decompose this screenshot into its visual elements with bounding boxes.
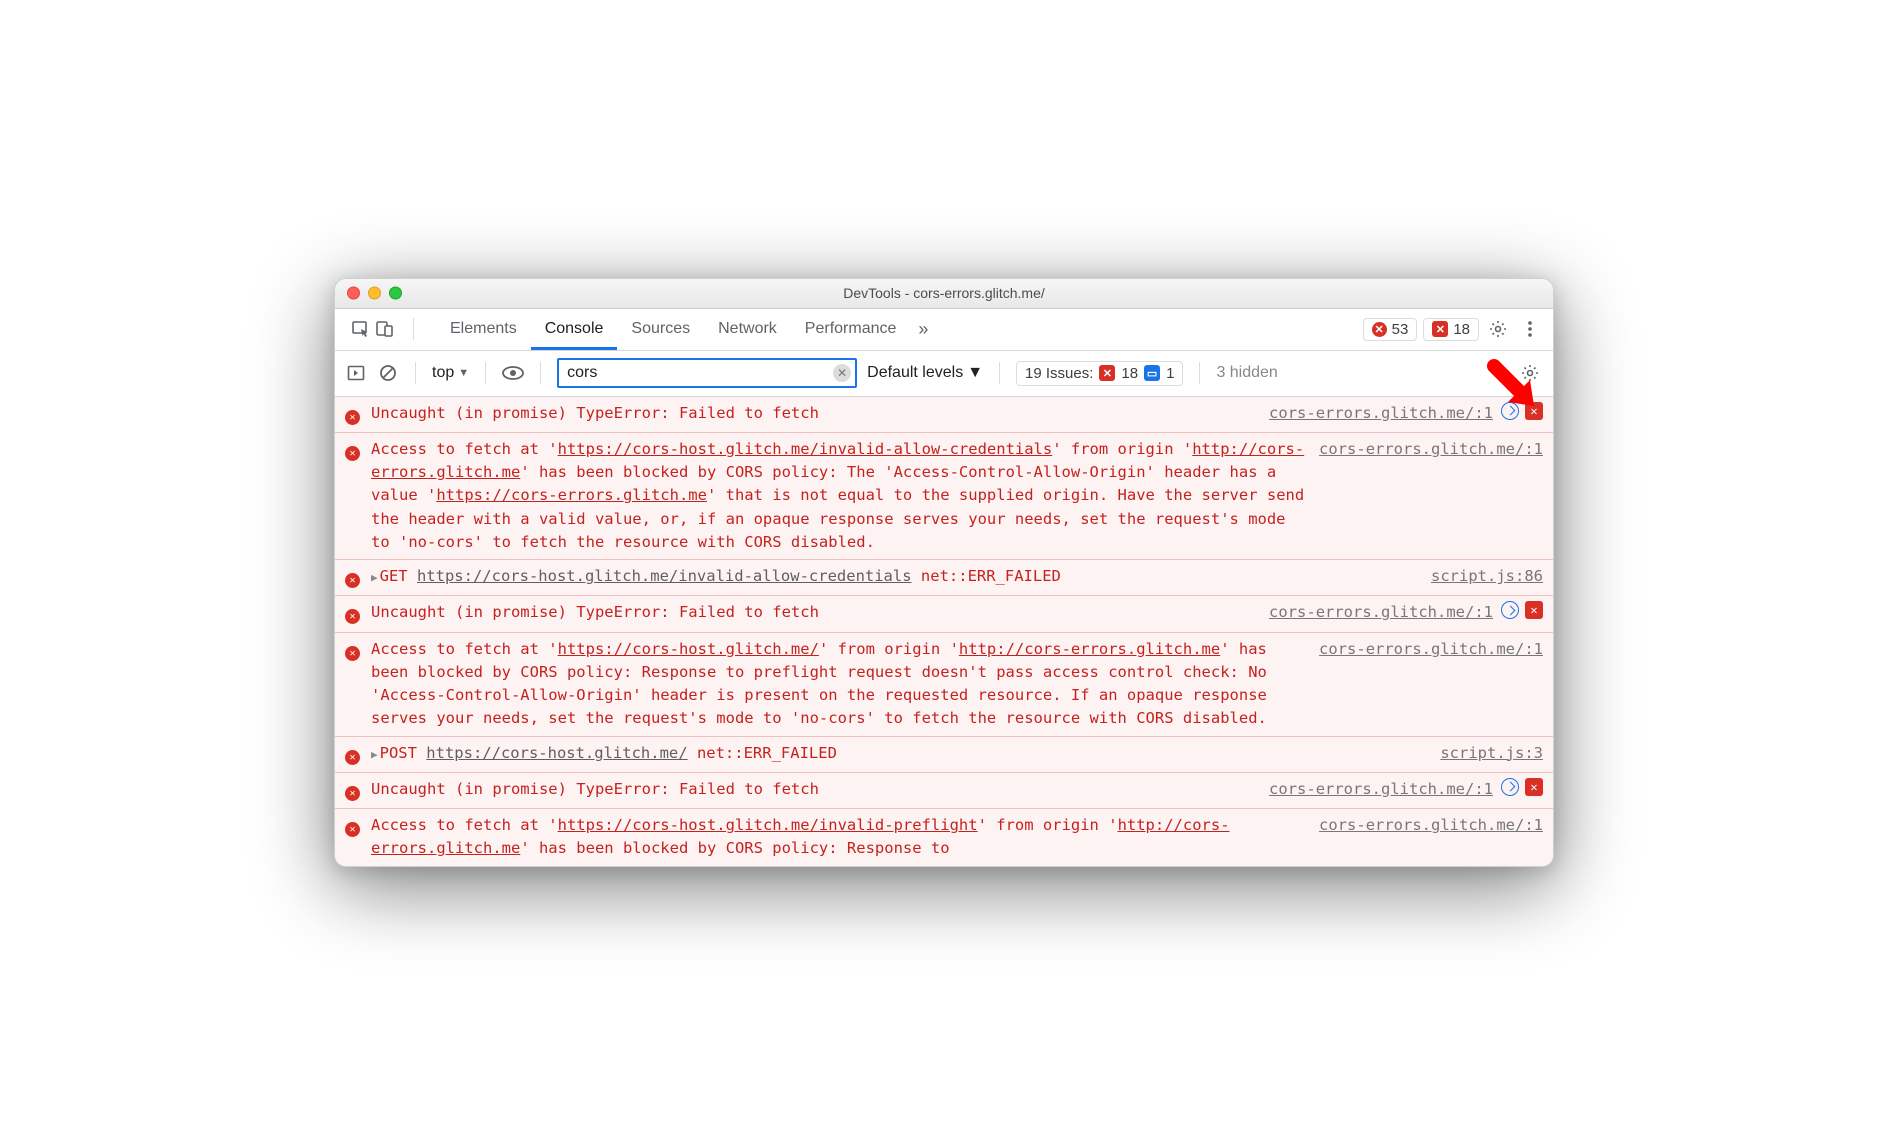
issue-count-badge[interactable]: ✕ 18 <box>1423 318 1479 341</box>
url-link[interactable]: http://cors-errors.glitch.me <box>959 640 1220 658</box>
console-row: ✕ ▶GET https://cors-host.glitch.me/inval… <box>335 559 1553 595</box>
url-link[interactable]: https://cors-host.glitch.me/ <box>426 744 687 762</box>
console-row: ✕ Uncaught (in promise) TypeError: Faile… <box>335 397 1553 432</box>
clear-filter-icon[interactable]: ✕ <box>833 364 851 382</box>
console-row: ✕ Access to fetch at 'https://cors-host.… <box>335 432 1553 559</box>
console-message: Access to fetch at 'https://cors-host.gl… <box>371 638 1311 731</box>
kebab-menu-button[interactable] <box>1517 319 1543 339</box>
source-link[interactable]: cors-errors.glitch.me/:1 <box>1319 638 1543 731</box>
refresh-icon[interactable] <box>1501 778 1519 796</box>
console-message: Uncaught (in promise) TypeError: Failed … <box>371 402 1261 427</box>
device-toggle-icon[interactable] <box>375 319 395 339</box>
disclosure-icon[interactable]: ▶ <box>371 748 378 761</box>
close-button[interactable] <box>347 287 360 300</box>
tab-sources[interactable]: Sources <box>617 309 704 350</box>
tab-performance[interactable]: Performance <box>791 309 911 350</box>
console-row: ✕ Access to fetch at 'https://cors-host.… <box>335 808 1553 866</box>
chevron-down-icon: ▼ <box>458 367 469 379</box>
console-row: ✕ ▶POST https://cors-host.glitch.me/ net… <box>335 736 1553 772</box>
console-row: ✕ Uncaught (in promise) TypeError: Faile… <box>335 595 1553 631</box>
refresh-icon[interactable] <box>1501 601 1519 619</box>
console-output: ✕ Uncaught (in promise) TypeError: Faile… <box>335 397 1553 866</box>
error-icon: ✕ <box>345 440 363 554</box>
error-icon: ✕ <box>345 603 363 626</box>
url-link[interactable]: https://cors-host.glitch.me/invalid-pref… <box>558 816 978 834</box>
error-circle-icon: ✕ <box>1372 322 1387 337</box>
url-link[interactable]: https://cors-host.glitch.me/invalid-allo… <box>558 440 1053 458</box>
sidebar-toggle-icon[interactable] <box>345 364 367 382</box>
console-message: ▶GET https://cors-host.glitch.me/invalid… <box>371 565 1423 590</box>
context-selector[interactable]: top ▼ <box>432 364 469 382</box>
source-link[interactable]: cors-errors.glitch.me/:1 <box>1319 814 1543 861</box>
clear-console-icon[interactable] <box>377 364 399 382</box>
open-issue-icon[interactable]: ✕ <box>1525 601 1543 619</box>
inspect-icon[interactable] <box>351 319 371 339</box>
issues-pill[interactable]: 19 Issues: ✕ 18 ▭ 1 <box>1016 361 1183 386</box>
console-row: ✕ Uncaught (in promise) TypeError: Faile… <box>335 772 1553 808</box>
disclosure-icon[interactable]: ▶ <box>371 571 378 584</box>
devtools-window: DevTools - cors-errors.glitch.me/ Elemen… <box>334 278 1554 867</box>
url-link[interactable]: https://cors-host.glitch.me/ <box>558 640 819 658</box>
error-count-badge[interactable]: ✕ 53 <box>1363 318 1418 341</box>
console-filterbar: top ▼ ✕ Default levels ▼ 19 Issues: ✕ 18… <box>335 351 1553 397</box>
log-levels-selector[interactable]: Default levels ▼ <box>867 364 983 382</box>
console-message: ▶POST https://cors-host.glitch.me/ net::… <box>371 742 1432 767</box>
filter-input-wrap: ✕ <box>557 358 857 388</box>
open-issue-icon[interactable]: ✕ <box>1525 778 1543 796</box>
issue-error-icon: ✕ <box>1099 365 1115 381</box>
issue-square-icon: ✕ <box>1432 321 1448 337</box>
console-message: Access to fetch at 'https://cors-host.gl… <box>371 438 1311 554</box>
maximize-button[interactable] <box>389 287 402 300</box>
filter-input[interactable] <box>567 364 833 382</box>
tabstrip: Elements Console Sources Network Perform… <box>335 309 1553 351</box>
source-link[interactable]: cors-errors.glitch.me/:1 <box>1269 778 1493 803</box>
settings-button[interactable] <box>1485 319 1511 339</box>
hidden-count[interactable]: 3 hidden <box>1216 364 1277 382</box>
url-link[interactable]: https://cors-errors.glitch.me <box>436 486 707 504</box>
titlebar: DevTools - cors-errors.glitch.me/ <box>335 279 1553 309</box>
issue-info-icon: ▭ <box>1144 365 1160 381</box>
more-tabs-icon[interactable]: » <box>910 319 936 340</box>
annotation-arrow-icon <box>1484 356 1544 416</box>
error-icon: ✕ <box>345 780 363 803</box>
url-link[interactable]: https://cors-host.glitch.me/invalid-allo… <box>417 567 912 585</box>
console-message: Uncaught (in promise) TypeError: Failed … <box>371 778 1261 803</box>
window-title: DevTools - cors-errors.glitch.me/ <box>345 285 1543 301</box>
console-message: Uncaught (in promise) TypeError: Failed … <box>371 601 1261 626</box>
console-row: ✕ Access to fetch at 'https://cors-host.… <box>335 632 1553 736</box>
traffic-lights <box>347 287 402 300</box>
source-link[interactable]: cors-errors.glitch.me/:1 <box>1319 438 1543 554</box>
error-icon: ✕ <box>345 640 363 731</box>
source-link[interactable]: script.js:86 <box>1431 565 1543 590</box>
live-expression-icon[interactable] <box>502 365 524 381</box>
panel-tabs: Elements Console Sources Network Perform… <box>436 309 936 350</box>
console-message: Access to fetch at 'https://cors-host.gl… <box>371 814 1311 861</box>
chevron-down-icon: ▼ <box>967 364 983 382</box>
tab-elements[interactable]: Elements <box>436 309 531 350</box>
minimize-button[interactable] <box>368 287 381 300</box>
error-icon: ✕ <box>345 404 363 427</box>
error-icon: ✕ <box>345 744 363 767</box>
error-icon: ✕ <box>345 567 363 590</box>
source-link[interactable]: script.js:3 <box>1440 742 1543 767</box>
source-link[interactable]: cors-errors.glitch.me/:1 <box>1269 402 1493 427</box>
tab-console[interactable]: Console <box>531 309 618 350</box>
tab-network[interactable]: Network <box>704 309 791 350</box>
source-link[interactable]: cors-errors.glitch.me/:1 <box>1269 601 1493 626</box>
error-icon: ✕ <box>345 816 363 861</box>
